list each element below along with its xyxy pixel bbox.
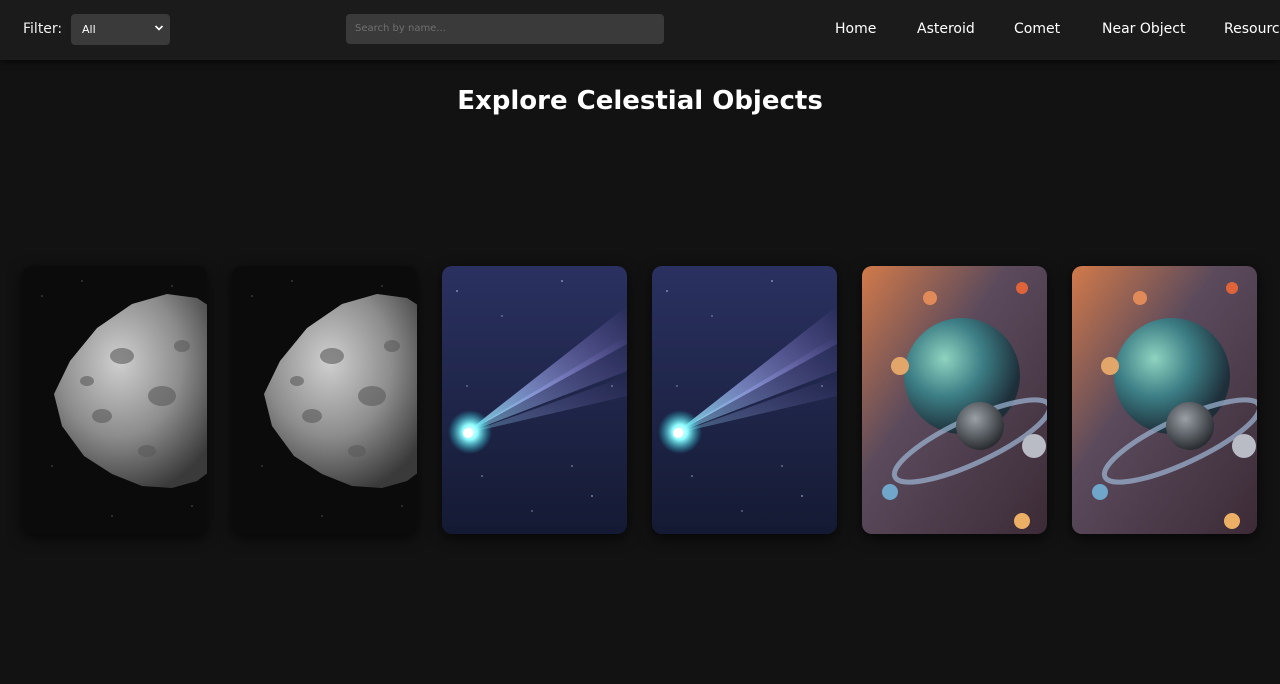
filter-label: Filter: [23,21,63,37]
filter-select[interactable]: All [71,14,170,45]
navbar: Filter: All Search by name... Home Aster… [0,0,1280,60]
nav-link-near-object[interactable]: Near Object [1102,21,1185,37]
card-planet[interactable] [862,266,1047,534]
nav-link-home[interactable]: Home [835,21,876,37]
planet-image [1072,266,1257,534]
filter-selected-value: All [82,23,96,36]
card-comet[interactable] [442,266,627,534]
card-asteroid[interactable] [22,266,207,534]
chevron-down-icon [154,25,164,31]
search-placeholder: Search by name... [355,23,446,34]
search-input[interactable]: Search by name... [346,14,664,44]
comet-image [442,266,627,534]
nav-link-resources[interactable]: Resources [1224,21,1280,37]
asteroid-image [232,266,417,534]
comet-image [652,266,837,534]
nav-link-comet[interactable]: Comet [1014,21,1060,37]
asteroid-image [22,266,207,534]
nav-link-asteroid[interactable]: Asteroid [917,21,975,37]
page-title: Explore Celestial Objects [457,86,823,116]
card-planet[interactable] [1072,266,1257,534]
card-comet[interactable] [652,266,837,534]
card-asteroid[interactable] [232,266,417,534]
planet-image [862,266,1047,534]
